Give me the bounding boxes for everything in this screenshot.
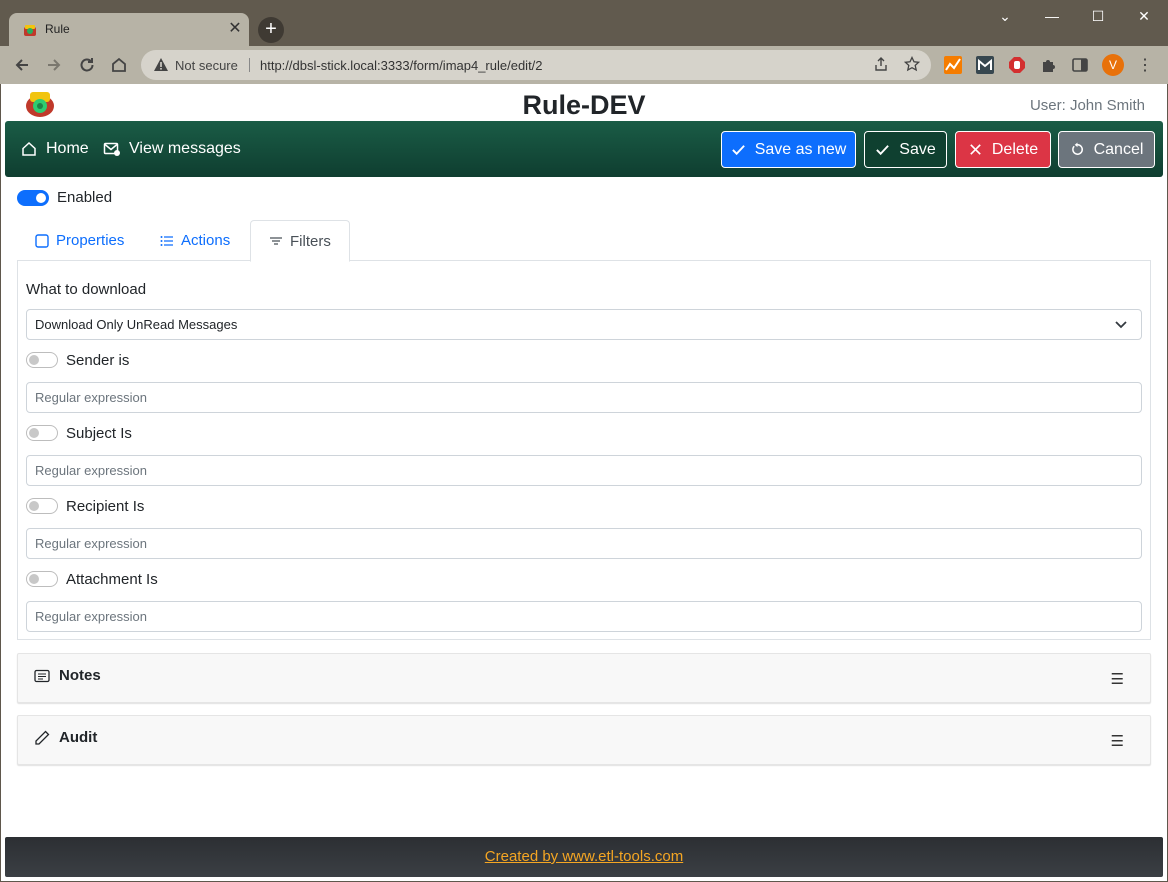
minimize-window-icon[interactable]: — [1029, 4, 1075, 28]
back-arrow-icon[interactable] [8, 51, 36, 79]
tab-properties[interactable]: Properties [17, 220, 142, 261]
warning-triangle-icon [154, 58, 168, 71]
url-text[interactable]: http://dbsl-stick.local:3333/form/imap4_… [260, 58, 543, 73]
window-menu-chevron-icon[interactable]: ⌄ [982, 4, 1028, 28]
page-footer: Created by www.etl-tools.com [5, 837, 1163, 877]
enabled-toggle[interactable] [17, 190, 49, 206]
stop-hand-extension-icon[interactable] [1008, 56, 1026, 74]
save-as-new-button[interactable]: Save as new [721, 131, 856, 168]
envelope-icon [103, 142, 120, 156]
pencil-icon [35, 730, 50, 745]
browser-toolbar: Not secure http://dbsl-stick.local:3333/… [0, 46, 1168, 84]
page-title: Rule-DEV [522, 90, 646, 120]
address-bar[interactable]: Not secure http://dbsl-stick.local:3333/… [141, 50, 931, 80]
notes-section[interactable]: Notes ☰ [17, 653, 1151, 703]
browser-tabstrip: Rule ✕ + ⌄ — ☐ ✕ [0, 0, 1168, 46]
browser-menu-icon[interactable]: ⋮ [1137, 55, 1153, 75]
home-link-label: Home [46, 140, 89, 157]
address-separator [249, 58, 250, 72]
list-icon [160, 235, 173, 246]
current-user-label: User: John Smith [1029, 97, 1145, 114]
extensions-puzzle-icon[interactable] [1040, 56, 1058, 74]
enabled-label: Enabled [57, 189, 113, 206]
delete-button[interactable]: Delete [955, 131, 1051, 168]
footer-credit-link[interactable]: Created by www.etl-tools.com [485, 848, 683, 865]
view-messages-link[interactable]: View messages [103, 140, 241, 158]
audit-title: Audit [59, 729, 98, 746]
chevron-down-icon [1115, 321, 1127, 329]
tab-filters[interactable]: Filters [250, 220, 350, 262]
view-messages-label: View messages [129, 140, 241, 157]
close-window-icon[interactable]: ✕ [1121, 4, 1167, 28]
close-x-icon [970, 144, 981, 155]
tab-close-icon[interactable]: ✕ [225, 19, 245, 39]
recipient-toggle[interactable] [26, 498, 58, 514]
sender-label: Sender is [66, 352, 130, 369]
card-text-icon [34, 669, 50, 683]
attachment-regex-input[interactable] [26, 601, 1142, 632]
tab-actions-label: Actions [181, 232, 231, 249]
undo-icon [1071, 142, 1083, 155]
audit-section[interactable]: Audit ☰ [17, 715, 1151, 765]
attachment-toggle[interactable] [26, 571, 58, 587]
reload-icon[interactable] [73, 51, 101, 79]
subject-regex-input[interactable] [26, 455, 1142, 486]
home-link[interactable]: Home [20, 140, 89, 158]
recipient-regex-input[interactable] [26, 528, 1142, 559]
what-to-download-label: What to download [26, 281, 147, 298]
save-as-new-label: Save as new [754, 140, 847, 158]
notes-title: Notes [59, 667, 101, 684]
not-secure-label: Not secure [175, 58, 238, 73]
profile-avatar[interactable]: V [1102, 54, 1124, 76]
subject-label: Subject Is [66, 425, 132, 442]
analytics-extension-icon[interactable] [944, 56, 962, 74]
gmail-extension-icon[interactable] [976, 56, 994, 74]
home-icon [22, 141, 36, 156]
bookmark-star-icon[interactable] [903, 55, 921, 74]
save-button[interactable]: Save [864, 131, 947, 168]
browser-tab[interactable]: Rule ✕ [9, 13, 249, 46]
notes-menu-icon[interactable]: ☰ [1111, 670, 1124, 688]
save-label: Save [899, 140, 936, 158]
check-icon [876, 145, 890, 156]
check-icon [731, 145, 745, 156]
what-to-download-select[interactable]: Download Only UnRead Messages [26, 309, 1142, 340]
home-browser-icon[interactable] [105, 51, 133, 79]
forward-arrow-icon[interactable] [40, 51, 68, 79]
app-favicon-icon [24, 25, 36, 36]
filter-lines-icon [270, 237, 282, 245]
sender-toggle[interactable] [26, 352, 58, 368]
delete-label: Delete [991, 140, 1039, 158]
subject-toggle[interactable] [26, 425, 58, 441]
maximize-window-icon[interactable]: ☐ [1075, 4, 1121, 28]
sender-regex-input[interactable] [26, 382, 1142, 413]
recipient-label: Recipient Is [66, 498, 145, 515]
tab-actions[interactable]: Actions [142, 220, 248, 261]
tab-properties-label: Properties [56, 232, 125, 249]
cancel-button[interactable]: Cancel [1058, 131, 1155, 168]
audit-menu-icon[interactable]: ☰ [1111, 732, 1124, 750]
what-to-download-value: Download Only UnRead Messages [35, 317, 238, 332]
page-content: Rule-DEV User: John Smith Home View mess… [1, 84, 1167, 881]
cancel-label: Cancel [1093, 140, 1144, 158]
square-icon [35, 233, 49, 248]
side-panel-icon[interactable] [1071, 56, 1089, 74]
main-navbar: Home View messages Save as new Save Dele… [5, 121, 1163, 177]
new-tab-button[interactable]: + [258, 17, 284, 43]
attachment-label: Attachment Is [66, 571, 158, 588]
share-icon[interactable] [872, 56, 890, 74]
browser-tab-title: Rule [45, 22, 70, 36]
tab-filters-label: Filters [290, 232, 331, 250]
